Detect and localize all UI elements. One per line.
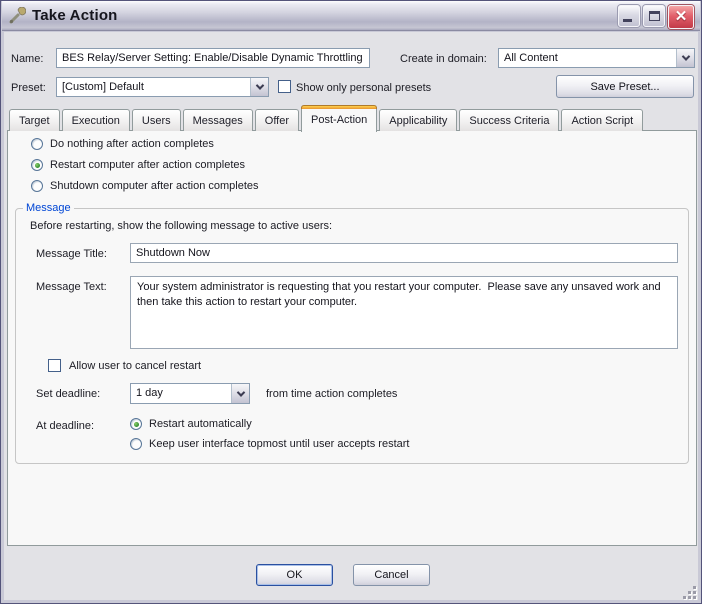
close-icon: ✕ [669,6,693,28]
tab-label: Target [19,115,50,127]
tab-label: Messages [193,115,243,127]
tab-post-action[interactable]: Post-Action [301,105,377,132]
set-deadline-label: Set deadline: [36,388,100,400]
ok-button[interactable]: OK [256,564,333,586]
deadline-selected-value: 1 day [131,384,231,403]
tab-label: Execution [72,115,120,127]
allow-cancel-row[interactable]: Allow user to cancel restart [48,359,201,372]
domain-select[interactable]: All Content [498,48,695,68]
show-personal-presets-checkbox[interactable] [278,80,291,93]
deadline-select[interactable]: 1 day [130,383,250,404]
chevron-down-icon [255,81,263,89]
at-deadline-option[interactable]: Keep user interface topmost until user a… [130,438,409,450]
tab-label: Action Script [571,115,633,127]
tab-users[interactable]: Users [132,109,181,131]
minimize-icon [623,19,632,22]
message-title-input[interactable]: Shutdown Now [130,243,678,263]
at-deadline-radio-label: Restart automatically [149,418,252,430]
tab-action-script[interactable]: Action Script [561,109,643,131]
deadline-dropdown-button[interactable] [231,384,249,403]
show-personal-presets-label: Show only personal presets [296,82,431,94]
resize-grip-icon[interactable] [683,586,696,599]
completion-options-group: Do nothing after action completes Restart… [31,138,259,192]
tab-offer[interactable]: Offer [255,109,299,131]
at-deadline-radio-label: Keep user interface topmost until user a… [149,438,409,450]
tab-label: Users [142,115,171,127]
completion-option[interactable]: Restart computer after action completes [31,159,259,171]
tab-label: Offer [265,115,289,127]
completion-radio-label: Do nothing after action completes [50,138,214,150]
tab-execution[interactable]: Execution [62,109,130,131]
tab-label: Applicability [389,115,447,127]
maximize-button[interactable] [643,5,665,27]
completion-option[interactable]: Shutdown computer after action completes [31,180,259,192]
tab-target[interactable]: Target [9,109,60,131]
window-title: Take Action [32,7,118,24]
preset-selected-value: [Custom] Default [57,78,250,96]
minimize-button[interactable] [618,5,640,27]
maximize-icon [649,11,660,21]
chevron-down-icon [236,388,244,396]
tab-applicability[interactable]: Applicability [379,109,457,131]
message-text-input[interactable]: Your system administrator is requesting … [130,276,678,349]
tab-success-criteria[interactable]: Success Criteria [459,109,559,131]
message-group-label: Message [23,202,74,214]
name-label: Name: [11,53,43,65]
message-intro-text: Before restarting, show the following me… [30,220,332,232]
domain-selected-value: All Content [499,49,676,67]
tab-strip: Target Execution Users Messages Offer Post-Ac… [9,104,645,131]
allow-cancel-label: Allow user to cancel restart [69,360,201,372]
at-deadline-label: At deadline: [36,420,94,432]
save-preset-button[interactable]: Save Preset... [556,75,694,98]
completion-radio-label: Restart computer after action completes [50,159,245,171]
deadline-suffix-text: from time action completes [266,388,397,400]
message-groupbox: Message Before restarting, show the foll… [15,208,689,464]
allow-cancel-checkbox[interactable] [48,359,61,372]
take-action-dialog: Take Action ✕ Name: BES Relay/Server Set… [0,0,702,604]
at-deadline-radio[interactable] [130,438,142,450]
create-in-domain-label: Create in domain: [400,53,487,65]
tab-messages[interactable]: Messages [183,109,253,131]
domain-dropdown-button[interactable] [676,49,694,67]
message-text-label: Message Text: [36,281,107,293]
cancel-button[interactable]: Cancel [353,564,430,586]
completion-radio-label: Shutdown computer after action completes [50,180,259,192]
chevron-down-icon [681,52,689,60]
completion-radio[interactable] [31,159,43,171]
completion-radio[interactable] [31,180,43,192]
completion-radio[interactable] [31,138,43,150]
tab-label: Success Criteria [469,115,549,127]
at-deadline-radio[interactable] [130,418,142,430]
at-deadline-options-group: Restart automatically Keep user interface… [130,418,409,450]
tab-label: Post-Action [311,114,367,126]
close-button[interactable]: ✕ [668,5,694,29]
message-title-label: Message Title: [36,248,107,260]
preset-dropdown-button[interactable] [250,78,268,96]
title-bar[interactable]: Take Action ✕ [2,1,700,31]
preset-label: Preset: [11,82,46,94]
at-deadline-option[interactable]: Restart automatically [130,418,409,430]
wrench-icon [8,7,26,25]
completion-option[interactable]: Do nothing after action completes [31,138,259,150]
preset-select[interactable]: [Custom] Default [56,77,269,97]
name-input[interactable]: BES Relay/Server Setting: Enable/Disable… [56,48,370,68]
